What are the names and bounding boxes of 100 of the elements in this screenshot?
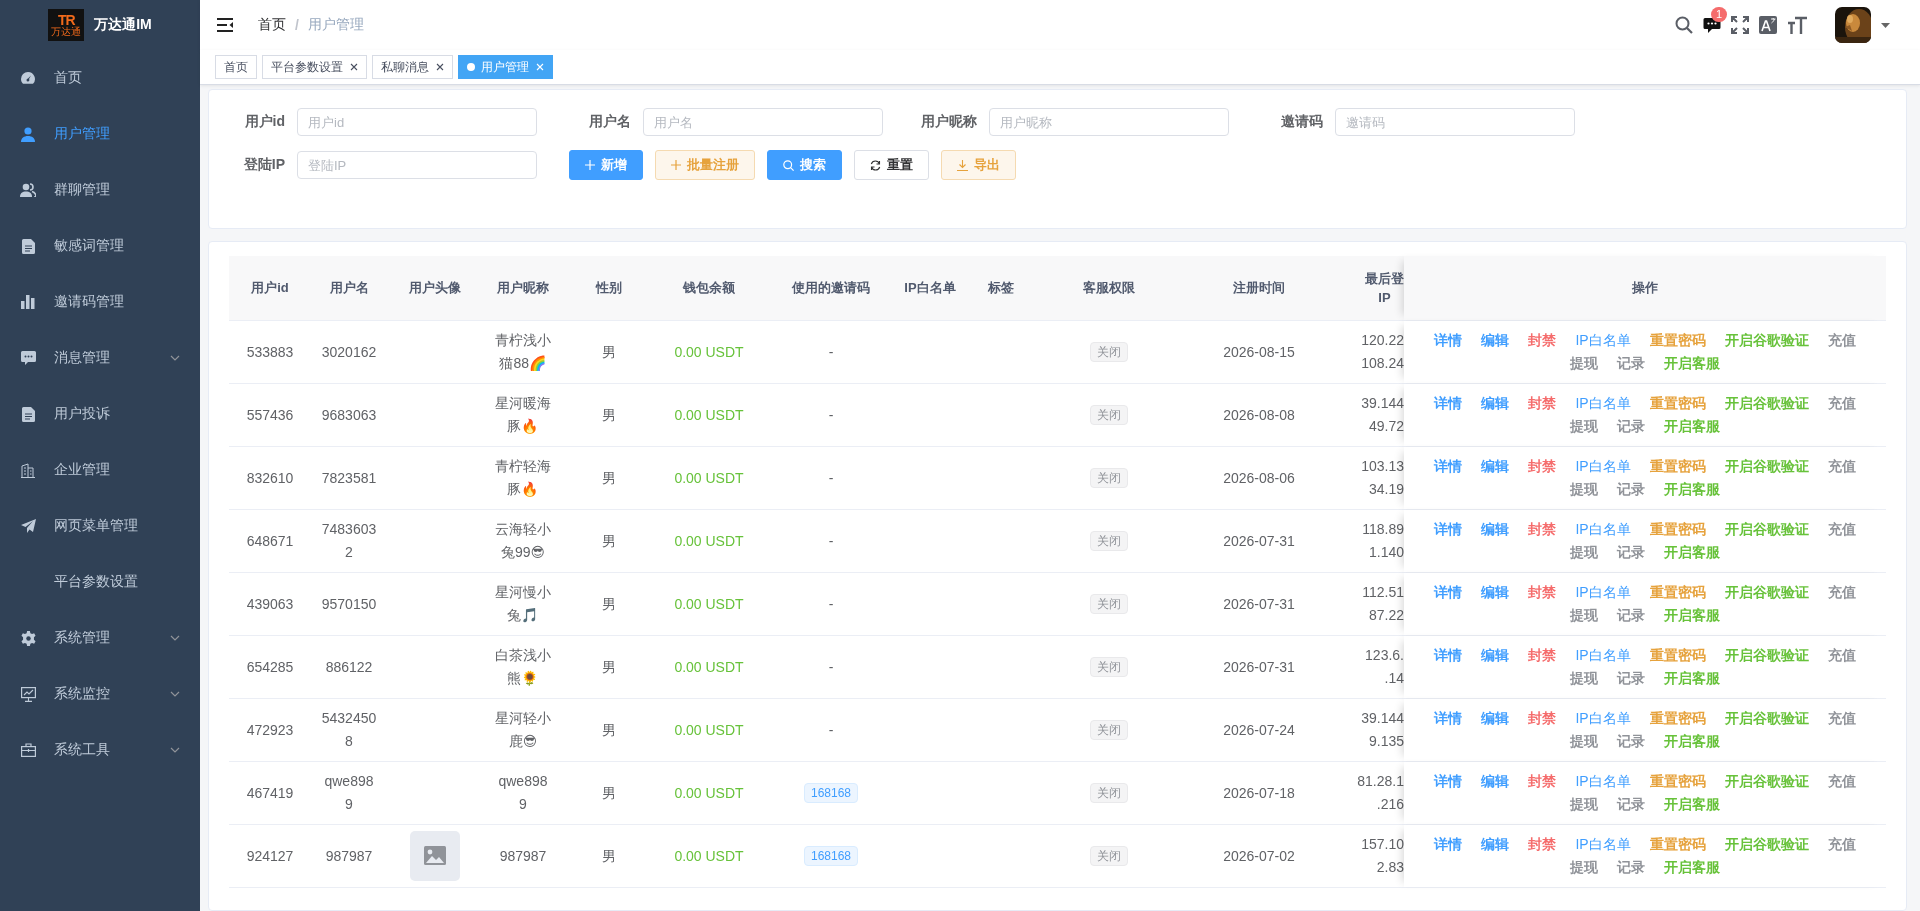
action-link[interactable]: 编辑	[1481, 834, 1510, 855]
action-link[interactable]: 封禁	[1528, 456, 1557, 477]
action-link[interactable]: 封禁	[1528, 708, 1557, 729]
sidebar-item[interactable]: 用户投诉	[0, 386, 200, 442]
action-link[interactable]: 记录	[1617, 857, 1645, 878]
sidebar-item[interactable]: 首页	[0, 50, 200, 106]
action-link[interactable]: 编辑	[1481, 519, 1510, 540]
input-field[interactable]: 用户id	[297, 108, 537, 136]
sidebar-item[interactable]: 系统监控	[0, 666, 200, 722]
action-link[interactable]: 编辑	[1481, 582, 1510, 603]
action-link[interactable]: 开启谷歌验证	[1724, 771, 1809, 792]
action-link[interactable]: IP白名单	[1575, 708, 1631, 729]
menu-icon[interactable]	[217, 18, 233, 32]
sidebar-item[interactable]: 企业管理	[0, 442, 200, 498]
input-field[interactable]: 用户名	[643, 108, 883, 136]
sidebar-item[interactable]: 系统工具	[0, 722, 200, 778]
action-link[interactable]: IP白名单	[1575, 834, 1631, 855]
action-link[interactable]: 封禁	[1528, 771, 1557, 792]
action-link[interactable]: 充值	[1827, 708, 1856, 729]
action-link[interactable]: 详情	[1434, 330, 1463, 351]
action-link[interactable]: 重置密码	[1649, 771, 1706, 792]
action-link[interactable]: 开启谷歌验证	[1724, 708, 1809, 729]
action-link[interactable]: 重置密码	[1649, 645, 1706, 666]
action-link[interactable]: 开启谷歌验证	[1724, 519, 1809, 540]
action-link[interactable]: 详情	[1434, 519, 1463, 540]
action-link[interactable]: 提现	[1570, 416, 1598, 437]
action-link[interactable]: 充值	[1827, 519, 1856, 540]
input-field[interactable]: 登陆IP	[297, 151, 537, 179]
action-link[interactable]: 提现	[1570, 731, 1598, 752]
sidebar-item[interactable]: 网页菜单管理	[0, 498, 200, 554]
input-field[interactable]: 用户昵称	[989, 108, 1229, 136]
action-link[interactable]: 提现	[1570, 794, 1598, 815]
action-link[interactable]: 提现	[1570, 857, 1598, 878]
action-link[interactable]: 详情	[1434, 708, 1463, 729]
font-size-icon[interactable]	[1787, 16, 1807, 34]
action-link[interactable]: 记录	[1617, 794, 1645, 815]
page-tab[interactable]: 首页	[215, 55, 257, 79]
action-link[interactable]: 重置密码	[1649, 582, 1706, 603]
action-link[interactable]: IP白名单	[1575, 330, 1631, 351]
action-link[interactable]: 开启客服	[1664, 605, 1720, 626]
action-link[interactable]: 开启客服	[1664, 731, 1720, 752]
sidebar-item[interactable]: 敏感词管理	[0, 218, 200, 274]
action-link[interactable]: 编辑	[1481, 330, 1510, 351]
fullscreen-icon[interactable]	[1731, 16, 1749, 34]
action-link[interactable]: 充值	[1827, 582, 1856, 603]
action-link[interactable]: 重置密码	[1649, 393, 1706, 414]
action-link[interactable]: IP白名单	[1575, 582, 1631, 603]
action-link[interactable]: 提现	[1570, 479, 1598, 500]
action-link[interactable]: IP白名单	[1575, 393, 1631, 414]
action-link[interactable]: 编辑	[1481, 456, 1510, 477]
sidebar-item[interactable]: 邀请码管理	[0, 274, 200, 330]
search-icon[interactable]	[1675, 16, 1693, 34]
action-link[interactable]: 充值	[1827, 771, 1856, 792]
action-link[interactable]: 充值	[1827, 645, 1856, 666]
action-link[interactable]: 充值	[1827, 456, 1856, 477]
translate-icon[interactable]	[1759, 16, 1777, 34]
action-link[interactable]: IP白名单	[1575, 645, 1631, 666]
action-link[interactable]: 封禁	[1528, 645, 1557, 666]
action-link[interactable]: 详情	[1434, 582, 1463, 603]
action-link[interactable]: 封禁	[1528, 582, 1557, 603]
action-link[interactable]: IP白名单	[1575, 456, 1631, 477]
action-link[interactable]: 开启客服	[1664, 542, 1720, 563]
action-link[interactable]: 开启客服	[1664, 479, 1720, 500]
sidebar-item[interactable]: 群聊管理	[0, 162, 200, 218]
action-link[interactable]: 详情	[1434, 456, 1463, 477]
action-link[interactable]: 开启客服	[1664, 794, 1720, 815]
action-link[interactable]: 重置密码	[1649, 519, 1706, 540]
action-link[interactable]: 开启客服	[1664, 416, 1720, 437]
action-link[interactable]: 开启客服	[1664, 668, 1720, 689]
sidebar-item[interactable]: 消息管理	[0, 330, 200, 386]
page-tab[interactable]: 平台参数设置	[262, 55, 367, 79]
action-link[interactable]: 记录	[1617, 605, 1645, 626]
sidebar-item[interactable]: 用户管理	[0, 106, 200, 162]
action-link[interactable]: 封禁	[1528, 519, 1557, 540]
action-link[interactable]: 开启谷歌验证	[1724, 330, 1809, 351]
action-link[interactable]: 记录	[1617, 353, 1645, 374]
action-link[interactable]: 记录	[1617, 542, 1645, 563]
action-link[interactable]: 开启客服	[1664, 857, 1720, 878]
action-link[interactable]: 记录	[1617, 416, 1645, 437]
sidebar-item[interactable]: 平台参数设置	[0, 554, 200, 610]
action-link[interactable]: 详情	[1434, 393, 1463, 414]
page-tab[interactable]: 用户管理	[458, 55, 553, 79]
action-link[interactable]: 记录	[1617, 731, 1645, 752]
action-link[interactable]: 开启客服	[1664, 353, 1720, 374]
action-link[interactable]: 重置密码	[1649, 708, 1706, 729]
action-link[interactable]: IP白名单	[1575, 519, 1631, 540]
action-link[interactable]: 充值	[1827, 834, 1856, 855]
input-field[interactable]: 邀请码	[1335, 108, 1575, 136]
action-button[interactable]: 批量注册	[655, 150, 755, 180]
action-link[interactable]: 开启谷歌验证	[1724, 645, 1809, 666]
action-link[interactable]: 提现	[1570, 605, 1598, 626]
action-link[interactable]: 详情	[1434, 834, 1463, 855]
action-link[interactable]: 充值	[1827, 393, 1856, 414]
action-link[interactable]: 详情	[1434, 645, 1463, 666]
action-link[interactable]: 详情	[1434, 771, 1463, 792]
action-link[interactable]: 编辑	[1481, 708, 1510, 729]
action-link[interactable]: 重置密码	[1649, 456, 1706, 477]
action-link[interactable]: 重置密码	[1649, 834, 1706, 855]
action-button[interactable]: 导出	[941, 150, 1016, 180]
action-link[interactable]: 重置密码	[1649, 330, 1706, 351]
